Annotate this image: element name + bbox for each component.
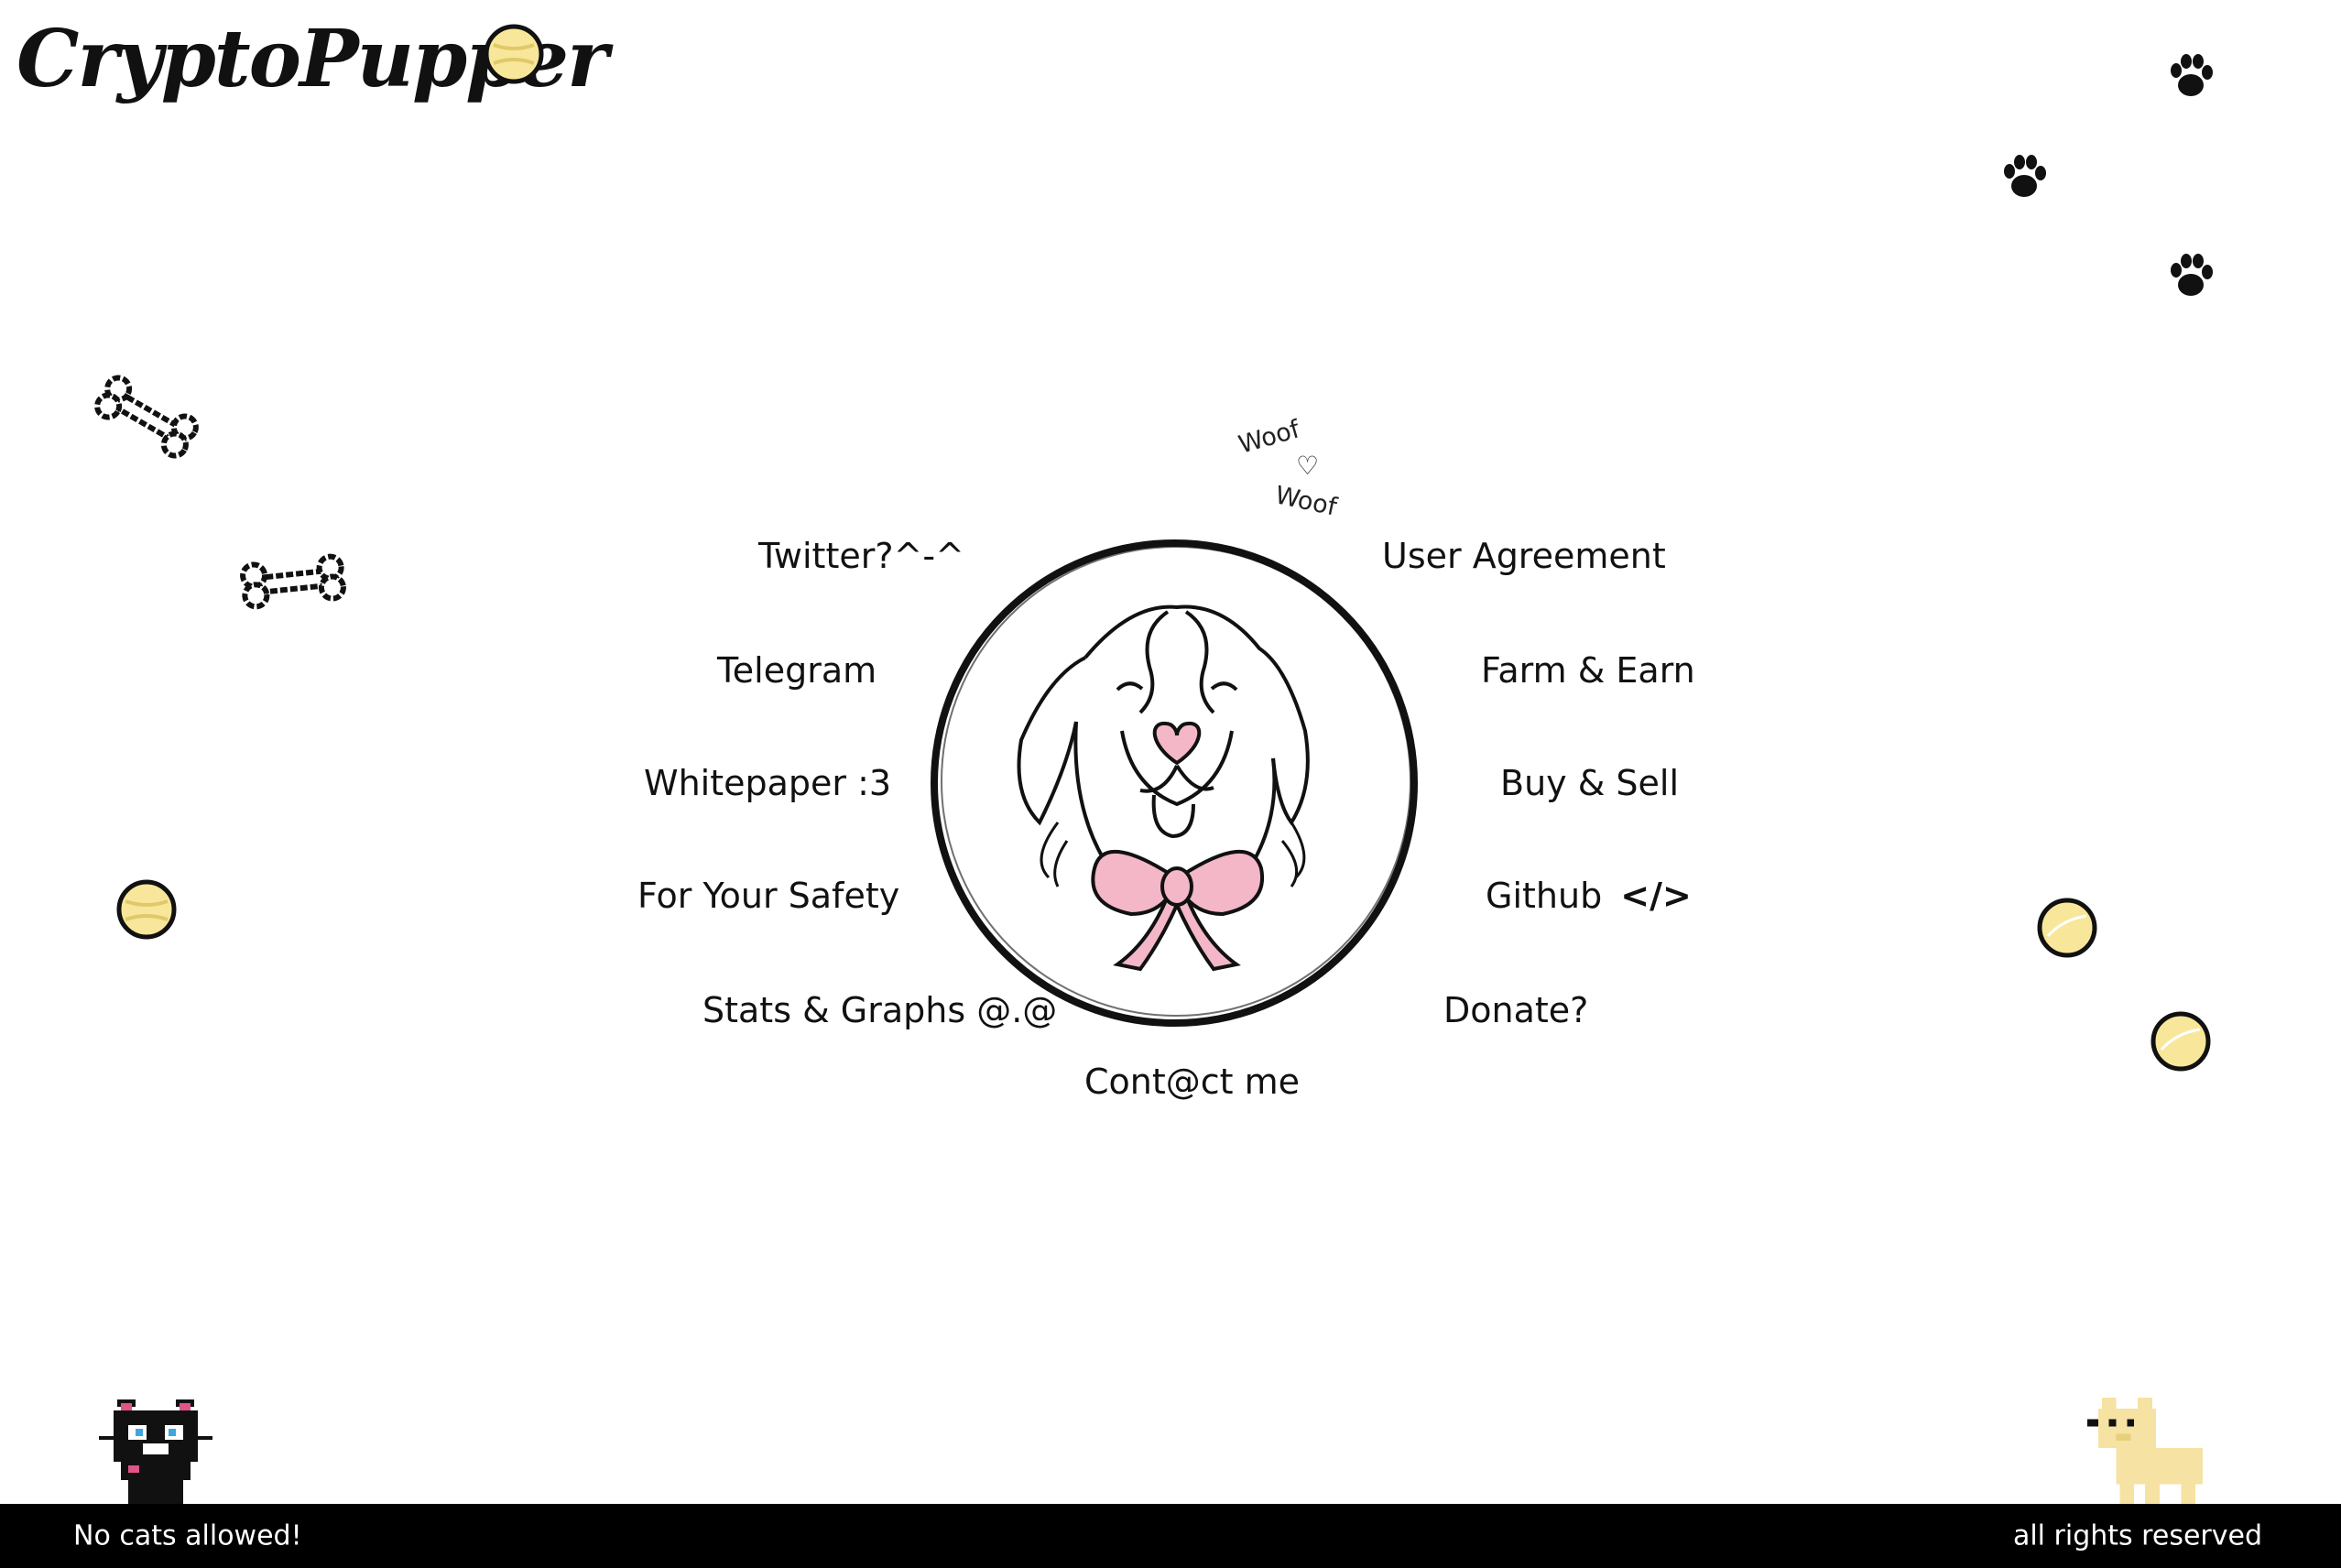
footer-bar: No cats allowed! all rights reserved xyxy=(0,1504,2341,1568)
dog-logo-circle[interactable] xyxy=(920,529,1429,1038)
nav-link-buy-sell[interactable]: Buy & Sell xyxy=(1500,763,1679,803)
tennis-ball-icon xyxy=(484,24,544,84)
nav-link-github-label: Github xyxy=(1486,876,1603,916)
dog-illustration xyxy=(931,539,1418,1027)
code-icon: </> xyxy=(1620,876,1692,916)
tennis-ball-icon xyxy=(2037,898,2097,958)
pixel-dog-icon xyxy=(2087,1398,2203,1506)
bone-icon xyxy=(240,553,346,610)
tennis-ball-icon xyxy=(116,879,177,940)
nav-link-contact[interactable]: Cont@ct me xyxy=(1084,1062,1300,1102)
nav-link-whitepaper[interactable]: Whitepaper :3 xyxy=(644,763,891,803)
nav-link-user-agreement[interactable]: User Agreement xyxy=(1382,536,1666,576)
bone-icon xyxy=(94,375,199,459)
footer-right-text: all rights reserved xyxy=(2012,1519,2262,1552)
woof-text-bottom: Woof xyxy=(1272,481,1340,522)
paw-print-icon xyxy=(2171,254,2213,296)
nav-link-farm-earn[interactable]: Farm & Earn xyxy=(1481,650,1695,691)
paw-print-icon xyxy=(2004,155,2046,197)
woof-text-top: Woof xyxy=(1236,415,1303,460)
tennis-ball-icon xyxy=(2150,1011,2211,1072)
footer-left-text: No cats allowed! xyxy=(73,1519,302,1552)
paw-print-icon xyxy=(2171,54,2213,96)
nav-link-telegram[interactable]: Telegram xyxy=(717,650,877,691)
nav-link-stats[interactable]: Stats & Graphs @.@ xyxy=(702,990,1057,1030)
nav-link-safety[interactable]: For Your Safety xyxy=(637,876,899,916)
nav-link-github[interactable]: Github </> xyxy=(1486,876,1692,916)
heart-icon: ♡ xyxy=(1296,451,1320,481)
nav-link-donate[interactable]: Donate? xyxy=(1443,990,1588,1030)
pixel-cat-icon xyxy=(99,1399,212,1506)
nav-link-twitter[interactable]: Twitter?^-^ xyxy=(758,536,964,576)
